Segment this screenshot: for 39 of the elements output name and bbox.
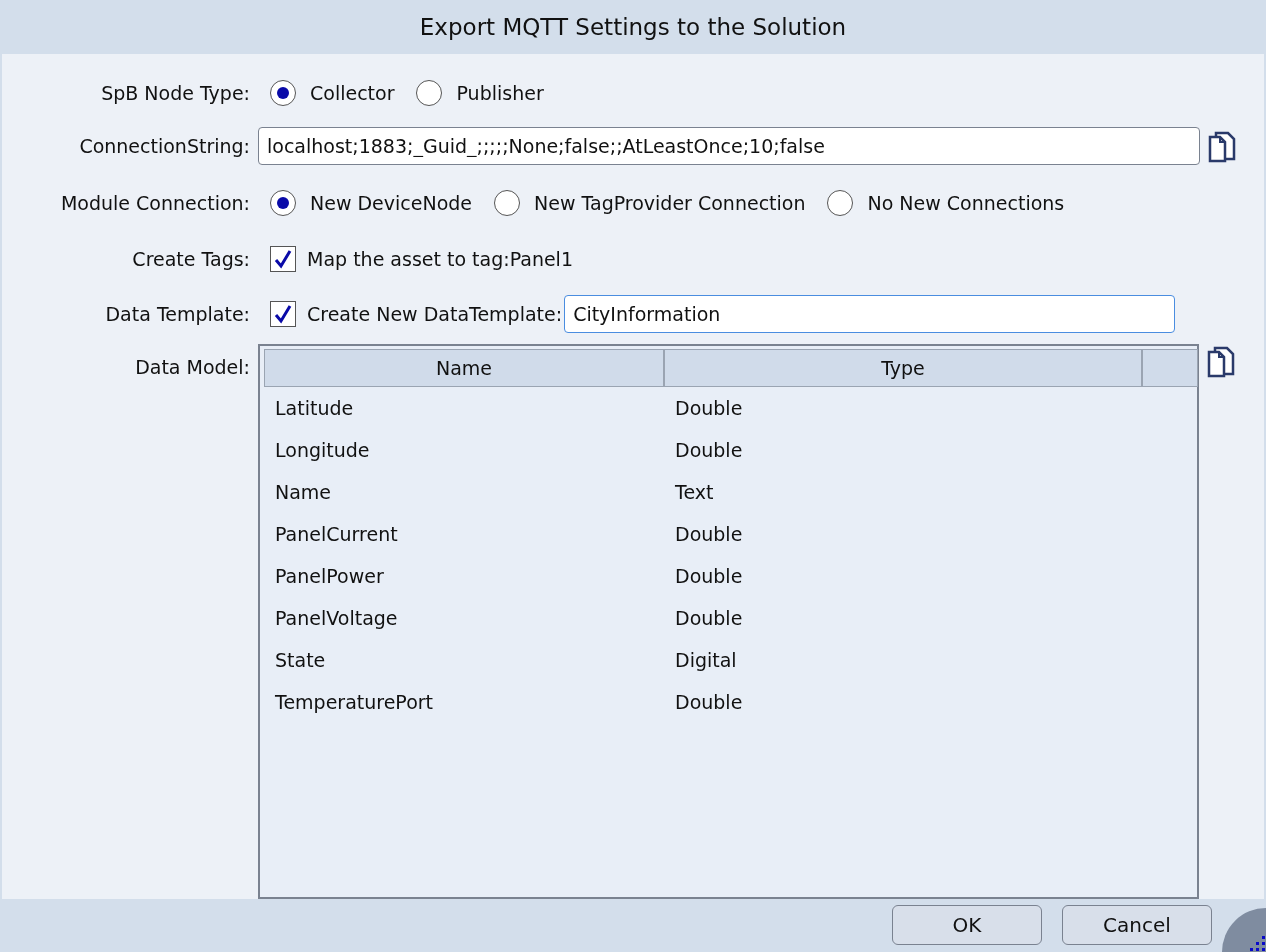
radio-option[interactable]: New DeviceNode — [270, 189, 473, 216]
dialog-button[interactable]: OK — [892, 905, 1042, 946]
table-cell-text: Name — [274, 480, 333, 503]
check-icon — [273, 248, 293, 269]
radio-option[interactable]: New TagProvider Connection — [494, 189, 806, 216]
field-label: ConnectionString: — [78, 134, 251, 157]
template-name-field[interactable]: CityInformation — [564, 294, 1176, 333]
table-cell-text: State — [274, 648, 327, 671]
table-cell-text: Longitude — [274, 438, 371, 461]
checkbox-option[interactable]: Map the asset to tag:Panel1 — [270, 245, 573, 272]
column-header[interactable]: Name — [264, 348, 664, 387]
connection-string-field[interactable]: localhost;1883;_Guid_;;;;;None;false;;AtLeastOnce;10;false — [258, 126, 1200, 165]
table-cell-text: Double — [674, 690, 744, 713]
table-cell-text: Double — [674, 396, 744, 419]
radio-option[interactable]: Publisher — [416, 79, 544, 106]
check-icon — [273, 303, 293, 324]
radio-option[interactable]: Collector — [270, 79, 395, 106]
table-cell-text: PanelVoltage — [274, 606, 399, 629]
table-cell-text: Double — [674, 606, 744, 629]
table-cell-text: PanelCurrent — [274, 522, 399, 545]
radio-option[interactable]: No New Connections — [827, 189, 1065, 216]
dialog-button[interactable]: Cancel — [1062, 905, 1212, 946]
column-header — [1142, 348, 1198, 387]
table-cell-text: Double — [674, 438, 744, 461]
column-header[interactable]: Type — [664, 348, 1142, 387]
table-cell-text: TemperaturePort — [274, 690, 435, 713]
field-label: SpB Node Type: — [100, 81, 251, 104]
checkbox-option[interactable]: Create New DataTemplate: — [270, 300, 563, 327]
field-label: Module Connection: — [59, 191, 251, 214]
table-cell-text: Text — [674, 480, 715, 503]
table-cell-text: Double — [674, 564, 744, 587]
table-cell-text: Latitude — [274, 396, 355, 419]
field-label: Create Tags: — [131, 247, 251, 270]
field-label: Data Template: — [104, 302, 251, 325]
resize-grip-icon[interactable] — [1222, 908, 1266, 952]
table-cell-text: Digital — [674, 648, 738, 671]
field-label: Data Model: — [134, 354, 251, 378]
table-cell-text: PanelPower — [274, 564, 385, 587]
table-cell-text: Double — [674, 522, 744, 545]
